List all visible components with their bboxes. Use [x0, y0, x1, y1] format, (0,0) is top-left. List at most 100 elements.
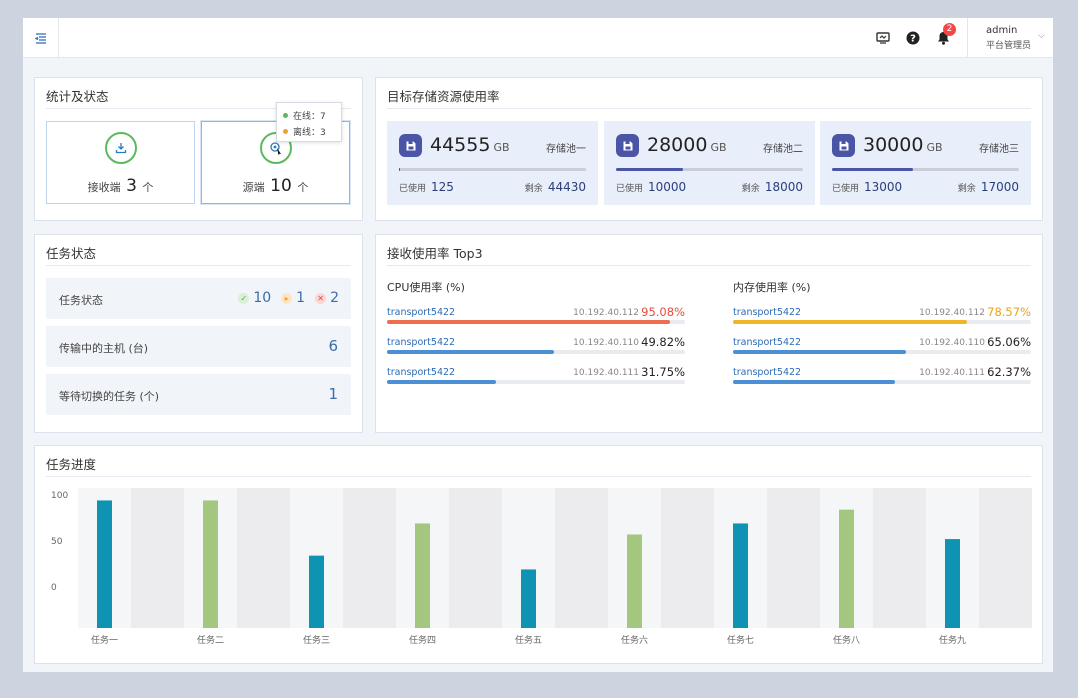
source-label: 源端: [242, 181, 265, 194]
storage-pool[interactable]: 30000 GB 存储池三 已使用 13000 剩余 17000: [820, 121, 1031, 205]
bar[interactable]: [309, 555, 324, 628]
pending-switch-label: 等待切换的任务 (个): [59, 390, 160, 403]
usage-fill: [387, 350, 554, 354]
storage-icon: [399, 134, 422, 157]
chart-band: [343, 488, 396, 628]
monitor-icon[interactable]: [873, 28, 893, 48]
pool-capacity: 28000: [647, 134, 708, 156]
pool-name: 存储池二: [763, 144, 803, 155]
pool-usage-fill: [616, 168, 683, 171]
transferring-hosts-row[interactable]: 传输中的主机 (台) 6: [46, 326, 351, 367]
progress-card: 任务进度 100500任务一任务二任务三任务四任务五任务六任务七任务八任务九任务…: [34, 445, 1043, 664]
host-link[interactable]: transport5422: [733, 307, 801, 318]
usage-track: [733, 380, 1031, 384]
host-ip: 10.192.40.110: [919, 338, 985, 348]
host-link[interactable]: transport5422: [387, 367, 455, 378]
mem-title: 内存使用率 (%): [733, 281, 811, 294]
tooltip-offline: 离线：3: [293, 128, 326, 138]
bar[interactable]: [415, 523, 430, 628]
bar[interactable]: [521, 569, 536, 628]
cpu-usage-item[interactable]: transport5422 10.192.40.110 49.82%: [387, 335, 685, 361]
host-link[interactable]: transport5422: [733, 367, 801, 378]
pool-used-value: 10000: [648, 180, 687, 194]
running-icon: ▸: [281, 292, 293, 304]
menu-toggle-icon[interactable]: [23, 18, 59, 58]
receiver-stat[interactable]: 接收端 3 个: [46, 121, 195, 204]
host-link[interactable]: transport5422: [387, 337, 455, 348]
cpu-usage-item[interactable]: transport5422 10.192.40.112 95.08%: [387, 305, 685, 331]
mem-usage-item[interactable]: transport5422 10.192.40.112 78.57%: [733, 305, 1031, 331]
error-icon: ✕: [315, 292, 327, 304]
y-tick-label: 100: [51, 491, 68, 501]
check-icon: ✓: [238, 292, 250, 304]
chart-band: [979, 488, 1032, 628]
top3-title: 接收使用率 Top3: [387, 246, 483, 261]
usage-percent: 62.37%: [987, 365, 1031, 379]
transferring-hosts-label: 传输中的主机 (台): [59, 342, 149, 355]
storage-icon: [832, 134, 855, 157]
task-running-count: 1: [296, 290, 306, 306]
top3-card: 接收使用率 Top3 CPU使用率 (%) 内存使用率 (%) transpor…: [375, 234, 1043, 433]
tooltip-online: 在线：7: [293, 112, 326, 122]
usage-fill: [387, 320, 671, 324]
storage-pool[interactable]: 44555 GB 存储池一 已使用 125 剩余 44430: [387, 121, 598, 205]
storage-title: 目标存储资源使用率: [387, 89, 500, 104]
receiver-count: 3: [126, 176, 137, 196]
pool-remain-value: 17000: [980, 180, 1019, 194]
chart-band: [661, 488, 714, 628]
bar[interactable]: [733, 523, 748, 628]
source-tooltip: 在线：7 离线：3: [276, 102, 342, 142]
x-tick-label: 任务一: [91, 634, 118, 646]
pool-unit: GB: [493, 141, 510, 154]
bar[interactable]: [627, 534, 642, 628]
bar[interactable]: [203, 500, 218, 628]
pool-remain-label: 剩余: [741, 184, 760, 194]
x-tick-label: 任务四: [409, 634, 436, 646]
pool-name: 存储池一: [546, 144, 586, 155]
pool-capacity: 44555: [430, 134, 491, 156]
pool-usage-fill: [399, 168, 400, 171]
storage-card: 目标存储资源使用率 44555 GB 存储池一 已使用 125 剩余 44430 28000 G…: [375, 77, 1043, 221]
svg-text:?: ?: [910, 34, 916, 45]
transferring-hosts-value: 6: [328, 337, 338, 355]
pool-usage-track: [832, 168, 1019, 171]
usage-fill: [387, 380, 496, 384]
chart-band: [237, 488, 290, 628]
chart-band: [873, 488, 926, 628]
mem-usage-item[interactable]: transport5422 10.192.40.111 62.37%: [733, 365, 1031, 391]
help-icon[interactable]: ?: [903, 28, 923, 48]
x-tick-label: 任务二: [197, 634, 224, 646]
x-tick-label: 任务七: [727, 634, 754, 646]
receiver-label: 接收端: [87, 181, 121, 194]
user-menu[interactable]: admin 平台管理员 ⌵: [967, 18, 1053, 58]
task-status-row[interactable]: 任务状态 ✓ 10 ▸ 1 ✕ 2: [46, 278, 351, 319]
host-ip: 10.192.40.112: [573, 308, 639, 318]
mem-usage-item[interactable]: transport5422 10.192.40.110 65.06%: [733, 335, 1031, 361]
storage-pool[interactable]: 28000 GB 存储池二 已使用 10000 剩余 18000: [604, 121, 815, 205]
pool-remain-value: 44430: [547, 180, 586, 194]
pool-used-value: 13000: [864, 180, 903, 194]
source-unit: 个: [297, 181, 309, 194]
chevron-down-icon: ⌵: [1038, 31, 1045, 41]
bar[interactable]: [97, 500, 112, 628]
task-ok-count: 10: [253, 290, 272, 306]
cpu-usage-item[interactable]: transport5422 10.192.40.111 31.75%: [387, 365, 685, 391]
chart-band: [131, 488, 184, 628]
host-link[interactable]: transport5422: [733, 337, 801, 348]
host-ip: 10.192.40.112: [919, 308, 985, 318]
usage-fill: [733, 380, 896, 384]
usage-track: [387, 380, 685, 384]
usage-percent: 49.82%: [641, 335, 685, 349]
x-tick-label: 任务三: [303, 634, 330, 646]
y-tick-label: 50: [51, 537, 63, 547]
chart-band: [555, 488, 608, 628]
pool-remain-label: 剩余: [957, 184, 976, 194]
bar[interactable]: [839, 509, 854, 628]
usage-track: [733, 350, 1031, 354]
host-link[interactable]: transport5422: [387, 307, 455, 318]
bar[interactable]: [945, 539, 960, 628]
bell-icon[interactable]: 2: [933, 23, 956, 48]
pending-switch-row[interactable]: 等待切换的任务 (个) 1: [46, 374, 351, 415]
task-status-title: 任务状态: [46, 246, 97, 261]
cpu-title: CPU使用率 (%): [387, 281, 465, 294]
